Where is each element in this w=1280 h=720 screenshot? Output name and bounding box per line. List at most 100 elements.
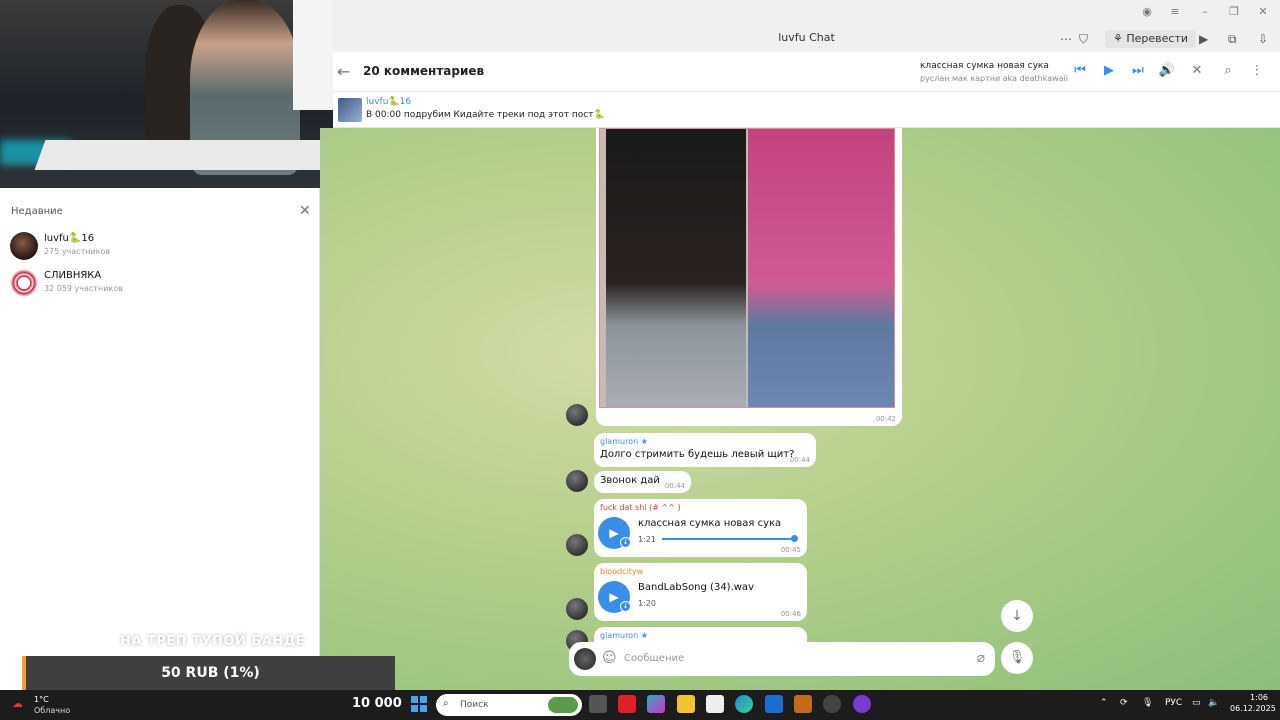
menu-icon[interactable]: ≡ [1167, 4, 1183, 20]
donation-amount: 50 RUB (1%) [161, 665, 260, 681]
taskbar: ☁ 1°C Облачно 10 000 ⌕ Поиск ⌃ ⟳ 🎙 РУС ▭… [0, 690, 1280, 720]
webcam-keyboard [34, 140, 333, 170]
microphone-tray-icon[interactable]: 🎙 [1142, 698, 1153, 708]
message-time: 00:44 [664, 482, 685, 490]
pinned-post[interactable]: luvfu🐍16 В 00:00 подрубим Кидайте треки … [333, 92, 1280, 128]
more-vertical-icon[interactable]: ⋮ [1248, 62, 1266, 80]
audio-duration: 1:20 [638, 599, 656, 608]
play-icon[interactable]: ▶ [1100, 62, 1118, 80]
arrow-down-icon: ↓ [1011, 608, 1023, 624]
photo-figure-right [748, 129, 894, 407]
app-icon[interactable] [647, 695, 665, 713]
message-time: 00:44 [789, 456, 810, 464]
chat-area[interactable]: 00:42 glamuron ★ Долго стримить будешь л… [320, 128, 1280, 690]
avatar[interactable] [566, 534, 588, 556]
weather-temperature: 1°C [34, 695, 49, 704]
translate-button[interactable]: ⚘ Перевести [1105, 30, 1197, 48]
microphone-icon: 🎙 [1008, 650, 1026, 665]
now-playing-artist: руслан мак картни aka deathkawaii [920, 74, 1068, 83]
sync-icon[interactable]: ⟳ [1120, 698, 1128, 708]
obs-icon[interactable] [853, 695, 871, 713]
now-playing[interactable]: классная сумка новая сука руслан мак кар… [920, 61, 1070, 83]
avatar[interactable] [566, 404, 588, 426]
scroll-down-button[interactable]: ↓ [1001, 600, 1033, 632]
photo-message[interactable]: 00:42 [596, 128, 902, 426]
back-arrow-icon[interactable]: ← [337, 62, 350, 81]
search-icon[interactable]: ⌕ [1219, 62, 1237, 80]
audio-duration: 1:21 [638, 535, 656, 544]
download-icon[interactable]: ↓ [620, 601, 631, 612]
avatar[interactable] [566, 598, 588, 620]
recent-item-subtitle: 275 участников [44, 247, 111, 256]
recent-item[interactable]: СЛИВНЯКА 32 059 участников [10, 267, 310, 301]
collections-icon[interactable]: ⧉ [1228, 30, 1237, 48]
photo-image[interactable] [599, 128, 895, 408]
message-time: 00:46 [780, 610, 801, 618]
edge-icon[interactable] [735, 695, 753, 713]
windows-start-icon[interactable] [411, 696, 427, 712]
taskbar-search[interactable]: ⌕ Поиск [436, 694, 582, 716]
recent-title: Недавние [11, 206, 63, 217]
message-composer[interactable]: ☺ Сообщение ⌀ [569, 642, 995, 676]
message-sender[interactable]: fuck dat shi (# ^^ ) [600, 503, 801, 512]
download-icon[interactable]: ↓ [620, 537, 631, 548]
avatar[interactable] [566, 470, 588, 492]
task-view-icon[interactable] [589, 695, 607, 713]
recent-item[interactable]: luvfu🐍16 275 участников [10, 230, 310, 264]
pinned-channel-name: luvfu🐍16 [366, 97, 412, 107]
clock[interactable]: 1:06 06.12.2025 [1230, 693, 1276, 713]
audio-progress-bar[interactable] [662, 538, 792, 540]
volume-tray-icon[interactable]: 🔈 [1208, 698, 1219, 708]
network-icon[interactable]: ▭ [1192, 698, 1201, 708]
chat-header: ← 20 комментариев классная сумка новая с… [333, 52, 1280, 92]
close-window-icon[interactable]: ✕ [1255, 4, 1271, 20]
play-icon: ▶ [609, 526, 619, 540]
profile-icon[interactable]: ◉ [1139, 4, 1155, 20]
app-icon[interactable] [794, 695, 812, 713]
tray-expand-icon[interactable]: ⌃ [1100, 698, 1108, 708]
message-sender[interactable]: bloodcityw [600, 567, 801, 576]
bookmark-icon[interactable]: ⛉ [1079, 30, 1088, 48]
yandex-browser-icon[interactable] [618, 695, 636, 713]
close-recent-icon[interactable]: ✕ [299, 203, 311, 219]
text-message[interactable]: glamuron ★ Долго стримить будешь левый щ… [594, 433, 816, 467]
voice-record-button[interactable]: 🎙 [1001, 642, 1033, 674]
photo-figure-left [606, 129, 746, 407]
message-sender[interactable]: glamuron ★ [600, 437, 810, 446]
text-message[interactable]: Звонок дай 00:44 [594, 471, 691, 493]
pinned-text: В 00:00 подрубим Кидайте треки под этот … [366, 110, 605, 120]
minimize-icon[interactable]: – [1197, 4, 1213, 20]
attach-icon[interactable]: ⌀ [977, 650, 985, 666]
media-icon[interactable]: ▶ [1199, 30, 1208, 48]
recent-sidebar: Недавние ✕ luvfu🐍16 275 участников СЛИВН… [0, 188, 320, 690]
play-icon: ▶ [609, 590, 619, 604]
weather-description: Облачно [34, 706, 71, 715]
webcam-overlay [0, 0, 333, 188]
more-options-icon[interactable]: ⋯ [1060, 30, 1072, 48]
close-player-icon[interactable]: ✕ [1188, 62, 1206, 80]
audio-message[interactable]: fuck dat shi (# ^^ ) ▶ ↓ классная сумка … [594, 499, 807, 557]
previous-track-icon[interactable]: ⏮ [1071, 62, 1089, 80]
audio-progress-knob[interactable] [791, 535, 798, 542]
taskbar-search-placeholder: Поиск [460, 700, 489, 710]
outlook-icon[interactable] [765, 695, 783, 713]
avatar [10, 269, 38, 297]
restore-icon[interactable]: ❐ [1226, 4, 1242, 20]
downloads-icon[interactable]: ⇩ [1258, 30, 1268, 48]
message-input[interactable]: Сообщение [624, 653, 684, 664]
translate-label: Перевести [1126, 32, 1189, 45]
stream-counter: 10 000 [352, 696, 402, 711]
message-text: Долго стримить будешь левый щит? [600, 449, 795, 460]
file-explorer-icon[interactable] [677, 695, 695, 713]
app-icon[interactable] [823, 695, 841, 713]
message-sender[interactable]: glamuron ★ [600, 631, 801, 640]
audio-message[interactable]: bloodcityw ▶ ↓ BandLabSong (34).wav 1:20… [594, 563, 807, 621]
avatar [10, 232, 38, 260]
language-indicator[interactable]: РУС [1165, 698, 1182, 708]
next-track-icon[interactable]: ⏭ [1129, 62, 1147, 80]
store-icon[interactable] [706, 695, 724, 713]
translate-icon: ⚘ [1113, 32, 1127, 45]
volume-icon[interactable]: 🔊 [1158, 62, 1176, 80]
avatar[interactable] [574, 648, 596, 670]
emoji-icon[interactable]: ☺ [602, 650, 617, 666]
